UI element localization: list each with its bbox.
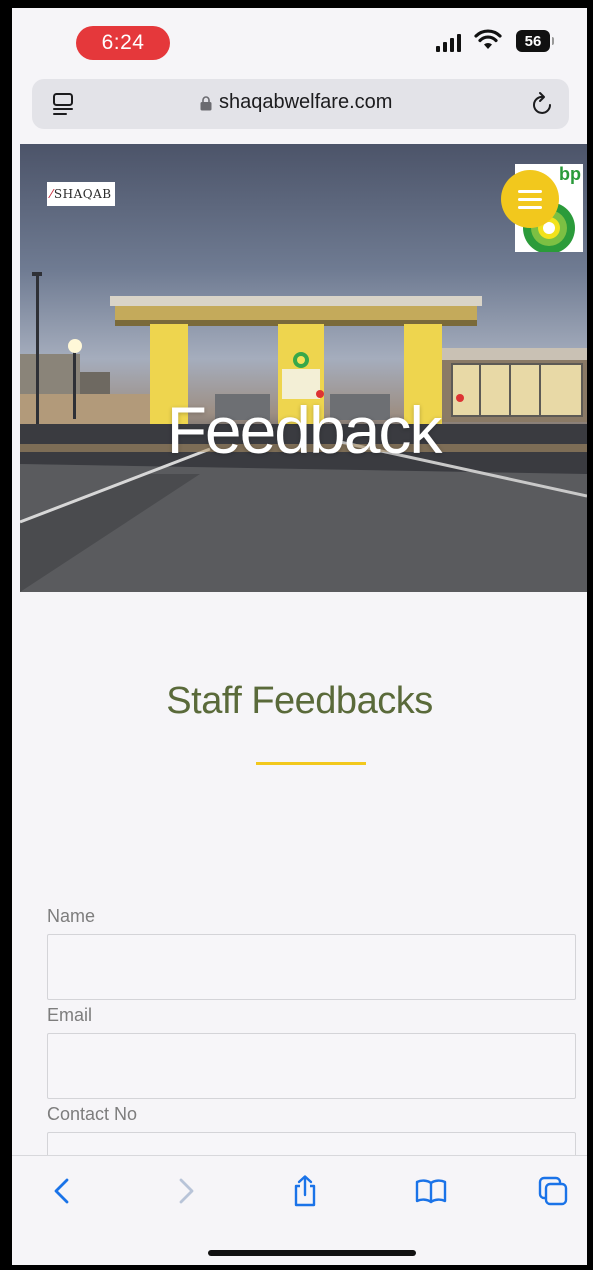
tabs-icon[interactable] — [536, 1174, 570, 1208]
page-title: Feedback — [166, 393, 443, 467]
url-display[interactable]: shaqabwelfare.com — [200, 91, 392, 114]
name-field[interactable] — [47, 934, 576, 1000]
cellular-signal-icon — [436, 32, 461, 52]
name-label: Name — [47, 906, 96, 926]
reload-icon[interactable] — [531, 91, 555, 117]
section-title: Staff Feedbacks — [166, 680, 433, 722]
address-bar[interactable]: shaqabwelfare.com — [32, 79, 569, 129]
phone-screen: 6:24 56 shaqabwelfare.com ⁄ SHAQAB bp Fe… — [12, 8, 587, 1265]
battery-indicator: 56 — [516, 30, 554, 52]
url-text: shaqabwelfare.com — [219, 91, 393, 113]
share-icon[interactable] — [288, 1174, 322, 1208]
wifi-icon — [474, 29, 502, 49]
lock-icon — [200, 96, 212, 111]
home-indicator[interactable] — [208, 1250, 416, 1256]
back-icon[interactable] — [46, 1174, 80, 1208]
title-underline — [256, 762, 366, 765]
forward-icon[interactable] — [168, 1174, 202, 1208]
hamburger-line — [518, 197, 542, 201]
page-menu-icon[interactable] — [52, 92, 74, 116]
status-time: 6:24 — [76, 26, 170, 60]
bp-logo-text: bp — [559, 164, 581, 184]
gas-station-photo — [20, 272, 587, 592]
hamburger-line — [518, 189, 542, 193]
contact-no-label: Contact No — [47, 1104, 138, 1124]
shaqab-logo[interactable]: ⁄ SHAQAB — [47, 182, 115, 206]
browser-toolbar — [12, 1155, 587, 1265]
status-bar: 6:24 56 — [12, 8, 587, 76]
hero-banner: ⁄ SHAQAB bp Feedback — [20, 144, 587, 592]
shaqab-logo-text: SHAQAB — [53, 187, 112, 201]
bookmarks-icon[interactable] — [414, 1174, 448, 1208]
hamburger-menu-button[interactable] — [501, 170, 559, 228]
hamburger-line — [518, 205, 542, 209]
email-label: Email — [47, 1005, 93, 1025]
device-frame: 6:24 56 shaqabwelfare.com ⁄ SHAQAB bp Fe… — [0, 0, 593, 1270]
email-field[interactable] — [47, 1033, 576, 1099]
